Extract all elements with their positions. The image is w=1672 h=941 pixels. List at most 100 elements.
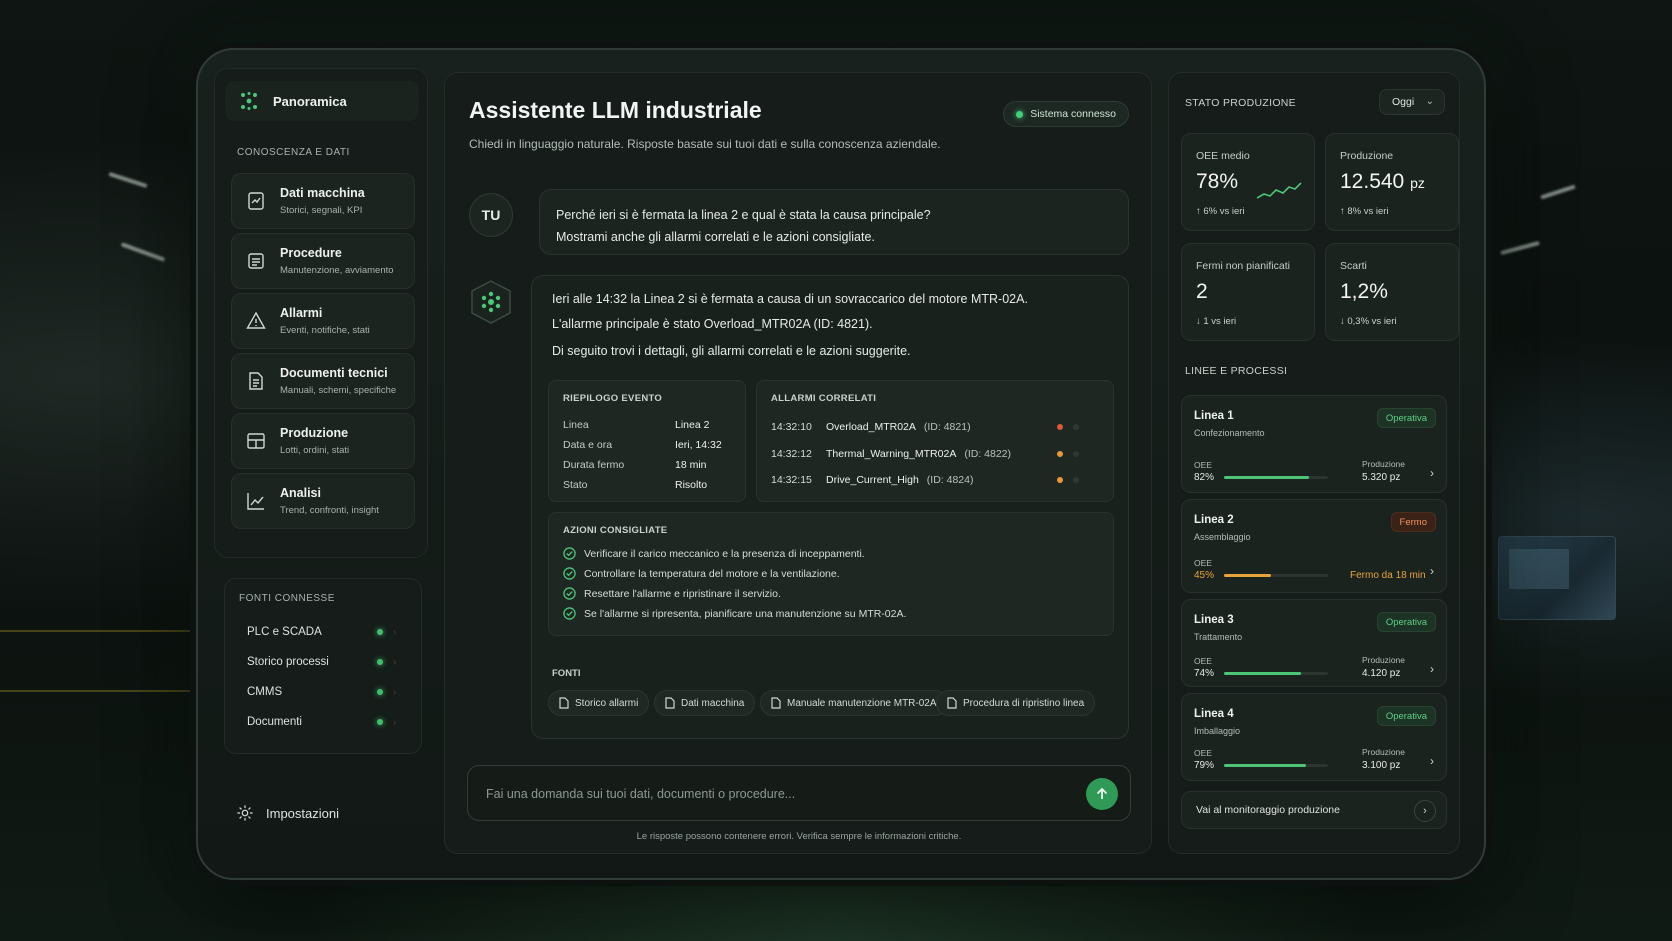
status-label: Sistema connesso [1030,108,1116,120]
source-label: Documenti [247,716,302,728]
oee-bar [1224,476,1328,479]
sidebar-item-label: Analisi [280,486,321,500]
document-icon [246,371,266,391]
line-process: Trattamento [1194,632,1243,642]
response-line: Ieri alle 14:32 la Linea 2 si è fermata … [552,292,1028,306]
procedure-icon [246,251,266,271]
nav-overview[interactable]: Panoramica [225,81,419,121]
alarm-name: Overload_MTR02A [826,421,916,433]
user-avatar: TU [469,193,513,237]
kpi-change: ↑ 8% vs ieri [1340,206,1389,217]
sidebar-item-desc: Eventi, notifiche, stati [280,325,370,336]
source-chip[interactable]: Dati macchina [654,690,756,716]
action-text: Resettare l'allarme e ripristinare il se… [584,587,781,600]
summary-value: Risolto [675,479,708,491]
severity-dot [1057,477,1063,483]
connected-dot [377,659,383,665]
kpi-value-number: 12.540 [1340,170,1405,193]
sidebar-item-procedures[interactable]: Procedure Manutenzione, avviamento [231,233,415,289]
source-chip-label: Storico allarmi [575,697,639,709]
source-chip[interactable]: Procedura di ripristino linea [936,690,1096,716]
sidebar-item-analytics[interactable]: Analisi Trend, confronti, insight [231,473,415,529]
line-card[interactable]: Linea 3 Trattamento Operativa OEE 74% Pr… [1181,599,1447,687]
source-chip[interactable]: Manuale manutenzione MTR-02A [760,690,948,716]
kpi-change: ↓ 0,3% vs ieri [1340,316,1397,327]
nav-overview-label: Panoramica [273,93,347,109]
source-item[interactable]: CMMS › [247,681,407,703]
file-icon [947,697,957,709]
line-card[interactable]: Linea 4 Imballaggio Operativa OEE 79% Pr… [1181,693,1447,781]
source-item[interactable]: Storico processi › [247,651,407,673]
monitoring-link[interactable]: Vai al monitoraggio produzione › [1181,791,1447,829]
source-chip-label: Dati macchina [681,697,745,709]
action-text: Verificare il carico meccanico e la pres… [584,547,865,560]
sidebar-item-desc: Manuali, schemi, specifiche [280,385,397,396]
kpi-label: Produzione [1340,150,1394,162]
gear-icon [236,804,254,822]
monitoring-link-label: Vai al monitoraggio produzione [1196,804,1340,816]
sidebar-item-label: Procedure [280,246,342,260]
source-label: PLC e SCADA [247,626,322,638]
severity-dot-off [1073,424,1079,430]
production-title: STATO PRODUZIONE [1185,97,1296,109]
source-chip[interactable]: Storico allarmi [548,690,650,716]
page-title: Assistente LLM industriale [469,97,762,123]
alarm-name: Thermal_Warning_MTR02A [826,448,957,460]
line-card[interactable]: Linea 1 Confezionamento Operativa OEE 82… [1181,395,1447,493]
kpi-oee: OEE medio 78% ↑ 6% vs ieri [1181,133,1315,231]
chevron-down-icon: ⌄ [1425,96,1434,107]
alarm-row[interactable]: 14:32:10 Overload_MTR02A (ID: 4821) [771,421,1079,433]
kpi-label: OEE medio [1196,150,1250,162]
sidebar-item-desc: Storici, segnali, KPI [280,205,363,216]
production-label: Produzione [1362,459,1406,469]
line-card[interactable]: Linea 2 Assemblaggio Fermo OEE 45% Fermo… [1181,499,1447,593]
kpi-label: Scarti [1340,260,1367,272]
production-panel: STATO PRODUZIONE Oggi ⌄ OEE medio 78% ↑ 6… [1168,72,1460,854]
alarm-name: Drive_Current_High [826,474,919,486]
sidebar-item-alarms[interactable]: Allarmi Eventi, notifiche, stati [231,293,415,349]
chat-input[interactable]: Fai una domanda sui tuoi dati, documenti… [467,765,1131,821]
source-item[interactable]: PLC e SCADA › [247,621,407,643]
settings-button[interactable]: Impostazioni [236,804,339,822]
chevron-right-icon: › [1430,466,1434,480]
oee-value: 74% [1194,668,1215,679]
summary-key: Linea [563,419,589,431]
sidebar-item-label: Allarmi [280,306,323,320]
sidebar-item-desc: Lotti, ordini, stati [280,445,350,456]
summary-value: 18 min [675,459,707,471]
file-icon [771,697,781,709]
event-summary: RIEPILOGO EVENTO Linea Linea 2 Data e ora… [548,380,746,502]
alarm-row[interactable]: 14:32:12 Thermal_Warning_MTR02A (ID: 4822) [771,448,1079,460]
user-message: Perché ieri si è fermata la linea 2 e qu… [539,189,1129,255]
production-value: 5.320 pz [1362,472,1401,483]
oee-bar [1224,672,1328,675]
source-chip-label: Procedura di ripristino linea [963,697,1085,709]
production-label: Produzione [1362,655,1406,665]
chevron-right-icon: › [393,716,397,728]
production-value: Fermo da 18 min [1350,570,1426,581]
status-dot [1016,111,1024,118]
severity-dot [1057,451,1063,457]
analytics-icon [246,491,266,511]
check-circle-icon [563,567,576,580]
oee-value: 82% [1194,472,1215,483]
line-name: Linea 1 [1194,410,1234,422]
alarm-time: 14:32:15 [771,474,812,486]
period-select[interactable]: Oggi ⌄ [1379,89,1445,115]
sidebar: Panoramica CONOSCENZA E DATI Dati macchi… [214,68,428,854]
response-line: L'allarme principale è stato Overload_MT… [552,317,873,331]
oee-label: OEE [1194,558,1212,568]
source-item[interactable]: Documenti › [247,711,407,733]
sidebar-item-production[interactable]: Produzione Lotti, ordini, stati [231,413,415,469]
sidebar-item-technical-docs[interactable]: Documenti tecnici Manuali, schemi, specif… [231,353,415,409]
kpi-unplanned-stops: Fermi non pianificati 2 ↓ 1 vs ieri [1181,243,1315,341]
sources-title: FONTI [552,668,581,679]
oee-bar-fill [1224,672,1301,675]
summary-row: Linea Linea 2 [563,419,733,431]
sidebar-item-machine-data[interactable]: Dati macchina Storici, segnali, KPI [231,173,415,229]
send-button[interactable] [1086,778,1118,810]
summary-key: Stato [563,479,588,491]
oee-label: OEE [1194,748,1212,758]
event-summary-title: RIEPILOGO EVENTO [563,393,663,404]
alarm-row[interactable]: 14:32:15 Drive_Current_High (ID: 4824) [771,474,1079,486]
